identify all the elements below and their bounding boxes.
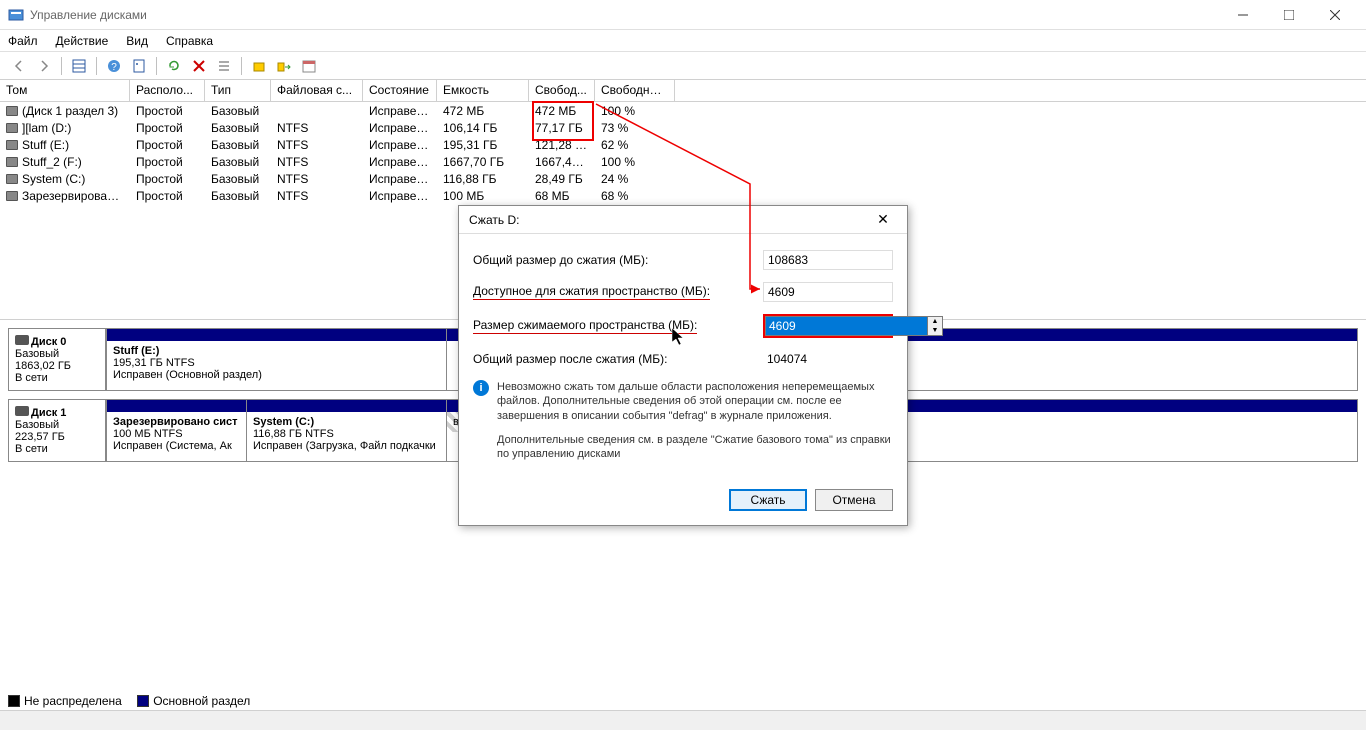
volume-table-header: Том Располо... Тип Файловая с... Состоян… <box>0 80 1366 102</box>
table-row[interactable]: (Диск 1 раздел 3)ПростойБазовыйИсправен.… <box>0 102 1366 119</box>
svg-text:?: ? <box>111 62 117 73</box>
properties-icon[interactable] <box>128 55 150 77</box>
partition[interactable]: Зарезервировано сист100 МБ NTFSИсправен … <box>106 400 246 461</box>
table-row[interactable]: ][lam (D:)ПростойБазовыйNTFSИсправен...1… <box>0 119 1366 136</box>
shrink-dialog: Сжать D: ✕ Общий размер до сжатия (МБ): … <box>458 205 908 526</box>
list-icon[interactable] <box>213 55 235 77</box>
volume-icon <box>6 174 18 184</box>
titlebar: Управление дисками <box>0 0 1366 30</box>
window-title: Управление дисками <box>30 8 1220 22</box>
value-total-after: 104074 <box>763 350 893 368</box>
col-cap[interactable]: Емкость <box>437 80 529 101</box>
statusbar <box>0 710 1366 730</box>
label-available: Доступное для сжатия пространство (МБ): <box>473 284 763 300</box>
dialog-title: Сжать D: <box>469 213 869 227</box>
value-available: 4609 <box>763 282 893 302</box>
table-row[interactable]: System (C:)ПростойБазовыйNTFSИсправен...… <box>0 170 1366 187</box>
delete-icon[interactable] <box>188 55 210 77</box>
back-button[interactable] <box>8 55 30 77</box>
cancel-button[interactable]: Отмена <box>815 489 893 511</box>
col-fs[interactable]: Файловая с... <box>271 80 363 101</box>
spin-up-button[interactable]: ▲ <box>928 317 942 326</box>
disk-info[interactable]: Диск 1Базовый223,57 ГБВ сети <box>8 399 106 462</box>
forward-button[interactable] <box>33 55 55 77</box>
menu-view[interactable]: Вид <box>126 34 148 48</box>
calendar-icon[interactable] <box>298 55 320 77</box>
help-icon[interactable]: ? <box>103 55 125 77</box>
toolbar: ? <box>0 52 1366 80</box>
label-shrink-amount: Размер сжимаемого пространства (МБ): <box>473 318 763 334</box>
menu-help[interactable]: Справка <box>166 34 213 48</box>
col-type[interactable]: Тип <box>205 80 271 101</box>
menubar: Файл Действие Вид Справка <box>0 30 1366 52</box>
col-tom[interactable]: Том <box>0 80 130 101</box>
new-volume-icon[interactable] <box>248 55 270 77</box>
dialog-close-button[interactable]: ✕ <box>869 206 897 234</box>
value-total-before: 108683 <box>763 250 893 270</box>
volume-icon <box>6 157 18 167</box>
label-total-before: Общий размер до сжатия (МБ): <box>473 253 763 267</box>
dialog-titlebar: Сжать D: ✕ <box>459 206 907 234</box>
refresh-icon[interactable] <box>163 55 185 77</box>
table-row[interactable]: Stuff_2 (F:)ПростойБазовыйNTFSИсправен..… <box>0 153 1366 170</box>
dialog-info-text-1: Невозможно сжать том дальше области расп… <box>497 380 893 423</box>
legend-primary: Основной раздел <box>153 694 250 708</box>
table-view-icon[interactable] <box>68 55 90 77</box>
app-icon <box>8 7 24 23</box>
legend-unallocated: Не распределена <box>24 694 122 708</box>
partition[interactable]: System (C:)116,88 ГБ NTFSИсправен (Загру… <box>246 400 446 461</box>
volume-icon <box>6 106 18 116</box>
volume-icon <box>6 140 18 150</box>
minimize-button[interactable] <box>1220 0 1266 30</box>
legend: Не распределена Основной раздел <box>8 694 262 710</box>
close-button[interactable] <box>1312 0 1358 30</box>
info-icon: i <box>473 380 489 396</box>
partition[interactable]: Stuff (E:)195,31 ГБ NTFSИсправен (Основн… <box>106 329 446 390</box>
table-row[interactable]: Зарезервировано...ПростойБазовыйNTFSИспр… <box>0 187 1366 204</box>
col-freepct[interactable]: Свободно % <box>595 80 675 101</box>
shrink-amount-input[interactable] <box>765 316 928 336</box>
col-free[interactable]: Свобод... <box>529 80 595 101</box>
volume-icon <box>6 123 18 133</box>
label-total-after: Общий размер после сжатия (МБ): <box>473 352 763 366</box>
menu-action[interactable]: Действие <box>56 34 109 48</box>
spin-down-button[interactable]: ▼ <box>928 326 942 335</box>
col-loc[interactable]: Располо... <box>130 80 205 101</box>
col-state[interactable]: Состояние <box>363 80 437 101</box>
menu-file[interactable]: Файл <box>8 34 38 48</box>
extend-icon[interactable] <box>273 55 295 77</box>
dialog-info-text-2: Дополнительные сведения см. в разделе "С… <box>497 433 893 462</box>
volume-icon <box>6 191 18 201</box>
shrink-button[interactable]: Сжать <box>729 489 807 511</box>
table-row[interactable]: Stuff (E:)ПростойБазовыйNTFSИсправен...1… <box>0 136 1366 153</box>
maximize-button[interactable] <box>1266 0 1312 30</box>
shrink-amount-input-wrapper: ▲ ▼ <box>763 314 893 338</box>
disk-info[interactable]: Диск 0Базовый1863,02 ГБВ сети <box>8 328 106 391</box>
